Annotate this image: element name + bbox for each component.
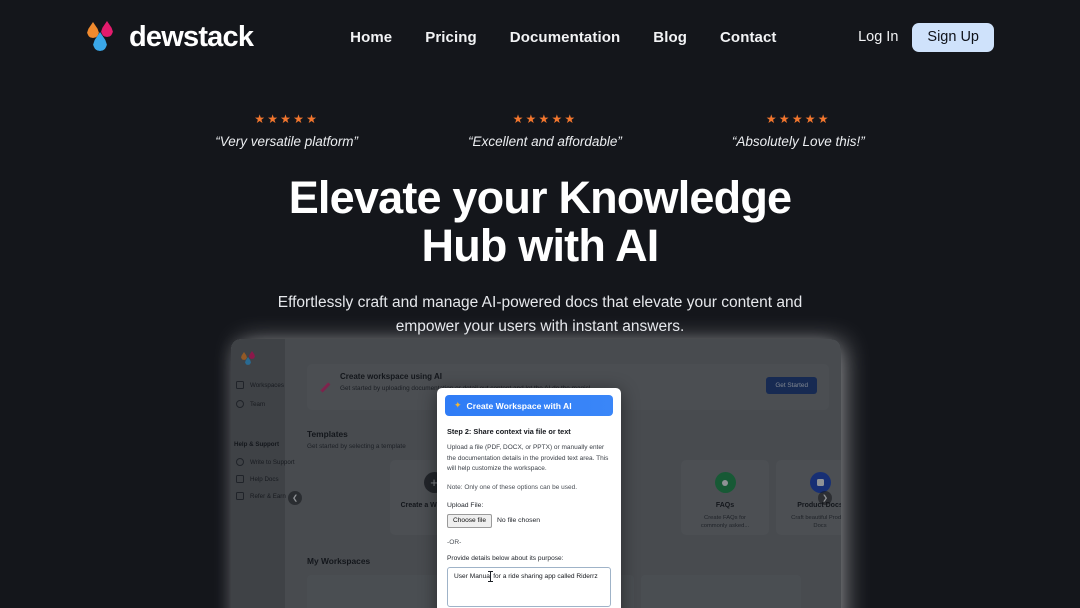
login-link[interactable]: Log In bbox=[858, 29, 898, 45]
headline-line-1: Elevate your Knowledge bbox=[288, 172, 792, 223]
app-sidebar: Workspaces Team Help & Support Write to … bbox=[231, 339, 295, 608]
nav-link-blog[interactable]: Blog bbox=[653, 29, 687, 46]
droplet-pink-icon bbox=[249, 351, 255, 359]
template-card-title: FAQs bbox=[715, 502, 735, 509]
file-input-row: Choose file No file chosen bbox=[447, 513, 611, 528]
faq-icon bbox=[714, 472, 736, 493]
testimonial-1: ★★★★★ “Very versatile platform” bbox=[215, 113, 358, 149]
template-card-desc: Create FAQs for commonly asked... bbox=[700, 515, 750, 530]
signup-button[interactable]: Sign Up bbox=[912, 22, 994, 52]
top-navigation-bar: dewstack Home Pricing Documentation Blog… bbox=[0, 0, 1080, 74]
brand-name: dewstack bbox=[129, 20, 254, 53]
modal-note: Note: Only one of these options can be u… bbox=[447, 483, 578, 491]
folder-icon bbox=[236, 381, 244, 389]
or-divider-label: -OR- bbox=[447, 538, 462, 546]
template-card-desc: Craft beautiful Product Docs bbox=[791, 515, 841, 530]
get-started-button[interactable]: Get Started bbox=[766, 377, 817, 394]
headline-line-2: Hub with AI bbox=[421, 219, 660, 271]
gift-icon bbox=[236, 492, 244, 500]
nav-link-pricing[interactable]: Pricing bbox=[425, 29, 477, 46]
sidebar-item-label: Team bbox=[250, 400, 266, 408]
sidebar-section-heading: Help & Support bbox=[234, 441, 280, 448]
purpose-textarea[interactable]: User Manual for a ride sharing app calle… bbox=[447, 566, 611, 607]
star-rating-icon: ★★★★★ bbox=[512, 112, 578, 126]
droplet-orange-icon bbox=[241, 352, 247, 360]
templates-subheading: Get started by selecting a template bbox=[307, 443, 406, 450]
droplet-orange-icon bbox=[87, 22, 99, 38]
templates-heading: Templates bbox=[307, 429, 348, 439]
hero-section: ★★★★★ “Very versatile platform” ★★★★★ “E… bbox=[0, 113, 1080, 339]
testimonial-2: ★★★★★ “Excellent and affordable” bbox=[468, 113, 622, 149]
template-card-title: Product Docs bbox=[797, 502, 841, 509]
sparkle-icon: ✦ bbox=[454, 400, 462, 410]
modal-title: Create Workspace with AI bbox=[466, 400, 572, 411]
modal-header: ✦ Create Workspace with AI bbox=[445, 395, 613, 416]
banner-title: Create workspace using AI bbox=[340, 372, 442, 381]
testimonials-row: ★★★★★ “Very versatile platform” ★★★★★ “E… bbox=[0, 113, 1080, 149]
question-circle-icon bbox=[236, 458, 244, 466]
no-file-chosen-label: No file chosen bbox=[497, 517, 541, 525]
nav-links: Home Pricing Documentation Blog Contact bbox=[350, 29, 776, 46]
star-rating-icon: ★★★★★ bbox=[765, 112, 831, 126]
app-preview-mockup: Workspaces Team Help & Support Write to … bbox=[231, 339, 841, 608]
workspace-card-3[interactable] bbox=[641, 575, 801, 608]
my-workspaces-heading: My Workspaces bbox=[307, 556, 371, 566]
droplet-pink-icon bbox=[101, 21, 113, 37]
app-window: Workspaces Team Help & Support Write to … bbox=[231, 339, 841, 608]
template-card-faqs[interactable]: FAQs Create FAQs for commonly asked... bbox=[681, 460, 769, 535]
hero-subheading: Effortlessly craft and manage AI-powered… bbox=[277, 294, 803, 336]
create-workspace-modal: ✦ Create Workspace with AI Step 2: Share… bbox=[437, 388, 621, 608]
page-title: Elevate your Knowledge Hub with AI bbox=[0, 174, 1080, 269]
product-docs-icon bbox=[809, 472, 831, 493]
magic-wand-icon bbox=[320, 382, 331, 393]
modal-body: Step 2: Share context via file or text U… bbox=[437, 416, 621, 607]
testimonial-quote: “Excellent and affordable” bbox=[468, 134, 622, 149]
choose-file-button[interactable]: Choose file bbox=[447, 513, 492, 528]
sidebar-item-label: Workspaces bbox=[250, 381, 284, 389]
testimonial-quote: “Absolutely Love this!” bbox=[731, 134, 865, 149]
app-sidebar-logo-icon bbox=[241, 351, 257, 366]
nav-link-contact[interactable]: Contact bbox=[720, 29, 777, 46]
dewstack-droplets-icon bbox=[86, 20, 120, 54]
star-rating-icon: ★★★★★ bbox=[254, 112, 320, 126]
nav-link-documentation[interactable]: Documentation bbox=[510, 29, 620, 46]
nav-link-home[interactable]: Home bbox=[350, 29, 392, 46]
people-icon bbox=[236, 400, 244, 408]
modal-step-description: Upload a file (PDF, DOCX, or PPTX) or ma… bbox=[447, 444, 609, 473]
carousel-next-button[interactable]: ❯ bbox=[818, 491, 832, 505]
document-icon bbox=[236, 475, 244, 483]
upload-file-label: Upload File: bbox=[447, 501, 484, 509]
textarea-label: Provide details below about its purpose: bbox=[447, 554, 564, 562]
sidebar-item-label: Refer & Earn bbox=[250, 492, 286, 500]
brand-logo[interactable]: dewstack bbox=[86, 20, 254, 54]
testimonial-quote: “Very versatile platform” bbox=[215, 134, 359, 149]
sidebar-item-label: Help Docs bbox=[250, 475, 279, 483]
nav-auth-actions: Log In Sign Up bbox=[858, 22, 994, 52]
purpose-textarea-value: User Manual for a ride sharing app calle… bbox=[454, 572, 598, 580]
carousel-prev-button[interactable]: ❮ bbox=[288, 491, 302, 505]
text-cursor-icon bbox=[488, 570, 493, 582]
modal-step-title: Step 2: Share context via file or text bbox=[447, 427, 571, 436]
testimonial-3: ★★★★★ “Absolutely Love this!” bbox=[732, 113, 865, 149]
